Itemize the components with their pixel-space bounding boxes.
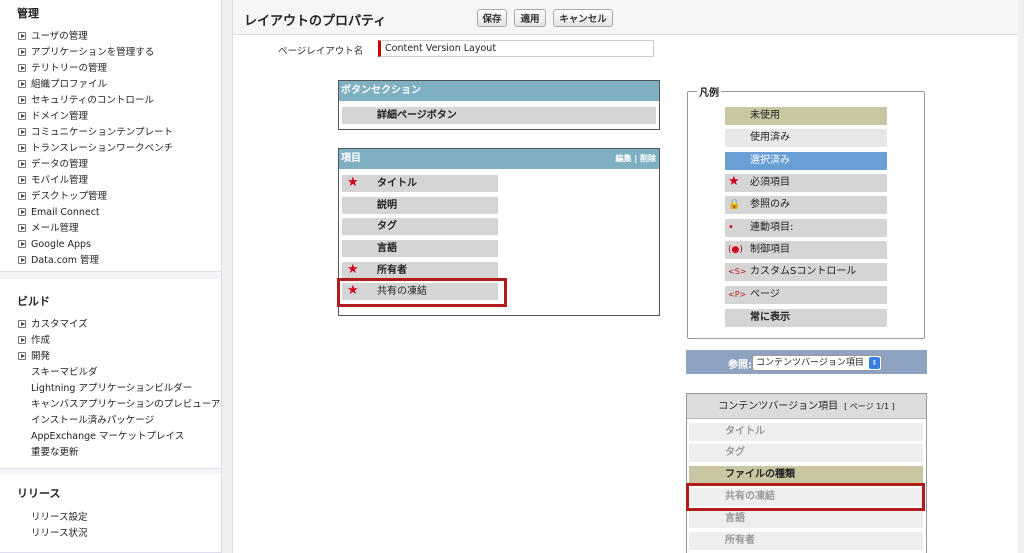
palette-item-file-type[interactable]: ファイルの種類	[689, 466, 923, 484]
field-owner[interactable]: ★ 所有者	[342, 262, 498, 279]
field-title[interactable]: ★ タイトル	[342, 175, 498, 192]
palette-item-owner[interactable]: 所有者	[689, 532, 923, 550]
sidebar-item-comm-templates[interactable]: コミュニケーションテンプレート	[18, 127, 173, 139]
expand-icon[interactable]	[18, 96, 26, 104]
sidebar-item-develop[interactable]: 開発	[18, 351, 50, 363]
required-star-icon: ★	[347, 175, 359, 190]
expand-icon[interactable]	[18, 320, 26, 328]
expand-icon[interactable]	[18, 336, 26, 344]
build-section-title: ビルド	[17, 295, 50, 308]
page-icon: <P>	[728, 290, 747, 299]
dependent-icon: •	[728, 222, 734, 233]
sidebar-item-google-apps[interactable]: Google Apps	[18, 239, 91, 251]
sidebar-item-schema-builder[interactable]: スキーマビルダ	[31, 367, 98, 379]
sidebar-item-create[interactable]: 作成	[18, 335, 50, 347]
detail-page-buttons[interactable]: 詳細ページボタン	[342, 107, 656, 124]
sidebar-item-canvas-previewer[interactable]: キャンバスアプリケーションのプレビューア	[31, 399, 220, 411]
expand-icon[interactable]	[18, 224, 26, 232]
expand-icon[interactable]	[18, 256, 26, 264]
sidebar-item-release-status[interactable]: リリース状況	[31, 528, 88, 540]
sidebar-item-data[interactable]: データの管理	[18, 159, 88, 171]
sidebar-item-users[interactable]: ユーザの管理	[18, 31, 88, 43]
palette-item-language[interactable]: 言語	[689, 510, 923, 528]
expand-icon[interactable]	[18, 208, 26, 216]
legend-always-display: 常に表示	[725, 309, 887, 327]
legend-readonly: 🔒 参照のみ	[725, 196, 887, 214]
field-language[interactable]: 言語	[342, 240, 498, 257]
button-section-header[interactable]: ボタンセクション	[339, 81, 659, 101]
legend-s-control: <S> カスタムSコントロール	[725, 263, 887, 281]
expand-icon[interactable]	[18, 112, 26, 120]
expand-icon[interactable]	[18, 48, 26, 56]
legend-dependent: • 連動項目:	[725, 219, 887, 237]
highlight-box	[686, 483, 925, 511]
legend-selected: 選択済み	[725, 152, 887, 170]
apply-button[interactable]: 適用	[514, 9, 546, 27]
action-separator: |	[634, 154, 638, 163]
sidebar-item-datacom[interactable]: Data.com 管理	[18, 255, 99, 267]
sidebar-item-security[interactable]: セキュリティのコントロール	[18, 95, 154, 107]
sidebar-item-customize[interactable]: カスタマイズ	[18, 319, 88, 331]
layout-name-input[interactable]: Content Version Layout	[378, 40, 654, 57]
sidebar-item-territory[interactable]: テリトリーの管理	[18, 63, 107, 75]
field-tags[interactable]: タグ	[342, 218, 498, 235]
sidebar-item-email[interactable]: メール管理	[18, 223, 79, 235]
sidebar-item-installed-packages[interactable]: インストール済みパッケージ	[31, 415, 154, 427]
expand-icon[interactable]	[18, 176, 26, 184]
sidebar-item-email-connect[interactable]: Email Connect	[18, 207, 100, 219]
sidebar-item-mobile[interactable]: モバイル管理	[18, 175, 88, 187]
legend-controlling: (●) 制御項目	[725, 241, 887, 259]
chevron-updown-icon: ⇕	[869, 357, 880, 369]
save-button[interactable]: 保存	[477, 9, 507, 27]
lock-icon: 🔒	[728, 199, 741, 210]
sidebar-item-critical-updates[interactable]: 重要な更新	[31, 447, 79, 459]
legend-unused: 未使用	[725, 107, 887, 125]
sidebar-item-apps[interactable]: アプリケーションを管理する	[18, 47, 154, 59]
palette-item-title[interactable]: タイトル	[689, 423, 923, 441]
expand-icon[interactable]	[18, 192, 26, 200]
sidebar-item-org-profile[interactable]: 組織プロファイル	[18, 79, 107, 91]
fields-section-header[interactable]: 項目 編集 | 削除	[339, 149, 659, 169]
legend-title: 凡例	[697, 84, 721, 99]
palette-page-info: [ ページ 1/1 ]	[844, 402, 895, 411]
palette-item-tags[interactable]: タグ	[689, 444, 923, 462]
delete-section-link[interactable]: 削除	[640, 154, 656, 163]
release-section-title: リリース	[17, 487, 61, 500]
layout-name-label: ページレイアウト名	[278, 46, 364, 57]
expand-icon[interactable]	[18, 352, 26, 360]
edit-section-link[interactable]: 編集	[615, 154, 631, 163]
expand-icon[interactable]	[18, 160, 26, 168]
expand-icon[interactable]	[18, 144, 26, 152]
s-control-icon: <S>	[728, 267, 747, 276]
reference-select[interactable]: コンテンツバージョン項目 ⇕	[752, 355, 882, 371]
fields-section-title: 項目	[341, 153, 361, 164]
section-actions: 編集 | 削除	[615, 149, 656, 169]
cancel-button[interactable]: キャンセル	[553, 9, 613, 27]
expand-icon[interactable]	[18, 32, 26, 40]
sidebar-item-lightning-builder[interactable]: Lightning アプリケーションビルダー	[31, 383, 192, 395]
required-star-icon: ★	[347, 262, 359, 277]
legend-required: ★ 必須項目	[725, 174, 887, 192]
expand-icon[interactable]	[18, 64, 26, 72]
expand-icon[interactable]	[18, 80, 26, 88]
page-title: レイアウトのプロパティ	[244, 14, 387, 29]
expand-icon[interactable]	[18, 240, 26, 248]
sidebar-item-appexchange[interactable]: AppExchange マーケットプレイス	[31, 431, 184, 443]
admin-section-title: 管理	[17, 7, 39, 20]
field-description[interactable]: 説明	[342, 197, 498, 214]
expand-icon[interactable]	[18, 128, 26, 136]
legend-used: 使用済み	[725, 129, 887, 147]
sidebar-item-desktop[interactable]: デスクトップ管理	[18, 191, 107, 203]
controlling-icon: (●)	[728, 245, 743, 255]
sidebar-item-translation[interactable]: トランスレーションワークベンチ	[18, 143, 173, 155]
sidebar-item-domain[interactable]: ドメイン管理	[18, 111, 88, 123]
palette-header: コンテンツバージョン項目[ ページ 1/1 ]	[687, 394, 926, 419]
sidebar-item-release-settings[interactable]: リリース設定	[31, 512, 88, 524]
reference-label: 参照:	[728, 360, 752, 371]
setup-sidebar: 管理 ユーザの管理 アプリケーションを管理する テリトリーの管理 組織プロファイ…	[0, 0, 222, 553]
legend-page: <P> ページ	[725, 286, 887, 304]
highlight-box	[337, 278, 507, 307]
required-star-icon: ★	[728, 174, 740, 189]
